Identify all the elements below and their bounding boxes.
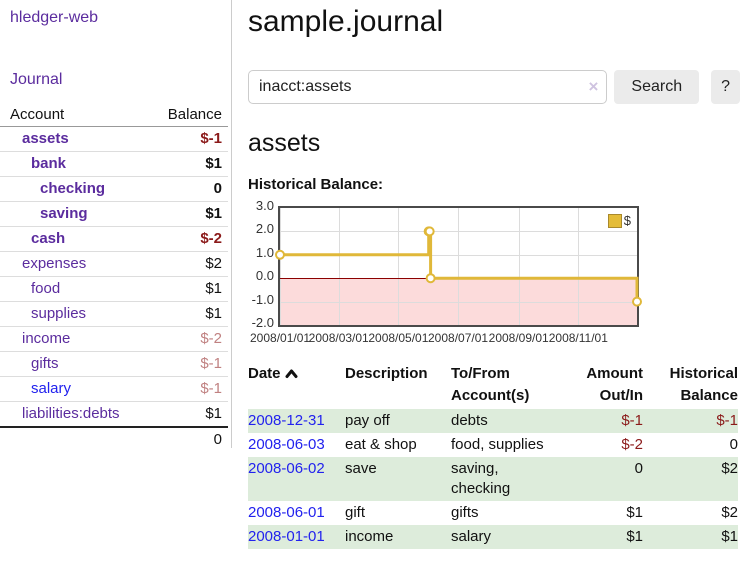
account-link-assets[interactable]: assets — [22, 130, 69, 147]
historical-balance-chart: $ 2008/01/012008/03/012008/05/012008/07/… — [248, 204, 668, 349]
account-row: expenses $2 — [0, 252, 228, 277]
account-balance: $-1 — [152, 352, 228, 377]
account-balance: $1 — [152, 277, 228, 302]
account-link-liabilities-debts[interactable]: liabilities:debts — [22, 405, 120, 422]
account-link-saving[interactable]: saving — [40, 205, 88, 222]
register-table: Date Description To/From Account(s) Amou… — [248, 361, 738, 549]
balance-cell: $1 — [643, 525, 738, 549]
account-balance: $-1 — [152, 127, 228, 152]
balance-cell: 0 — [643, 433, 738, 457]
date-link[interactable]: 2008-06-02 — [248, 460, 325, 477]
description-cell: eat & shop — [345, 433, 451, 457]
balance-cell: $2 — [643, 457, 738, 501]
register-header-row: Date Description To/From Account(s) Amou… — [248, 361, 738, 409]
search-input[interactable] — [248, 70, 607, 104]
accounts-total-row: 0 — [0, 427, 228, 452]
amount-cell: $-1 — [581, 409, 643, 433]
account-link-checking[interactable]: checking — [40, 180, 105, 197]
register-col-description: Description — [345, 361, 451, 409]
amount-cell: 0 — [581, 457, 643, 501]
description-cell: pay off — [345, 409, 451, 433]
account-row: bank $1 — [0, 152, 228, 177]
search-button[interactable]: Search — [614, 70, 699, 104]
account-link-expenses[interactable]: expenses — [22, 255, 86, 272]
search-bar: × Search ? — [248, 70, 740, 104]
sort-ascending-icon — [285, 368, 298, 379]
accounts-col-account: Account — [0, 103, 152, 127]
account-row: salary $-1 — [0, 377, 228, 402]
account-row: liabilities:debts $1 — [0, 402, 228, 428]
account-balance: 0 — [152, 177, 228, 202]
account-row: income $-2 — [0, 327, 228, 352]
account-link-income[interactable]: income — [22, 330, 70, 347]
account-link-food[interactable]: food — [31, 280, 60, 297]
help-button[interactable]: ? — [711, 70, 740, 104]
account-balance: $1 — [152, 402, 228, 428]
account-link-salary[interactable]: salary — [31, 380, 71, 397]
register-row: 2008-06-02 save saving, checking 0 $2 — [248, 457, 738, 501]
date-link[interactable]: 2008-01-01 — [248, 528, 325, 545]
account-row: food $1 — [0, 277, 228, 302]
account-balance: $1 — [152, 152, 228, 177]
page-title: sample.journal — [248, 4, 740, 40]
accounts-cell: salary — [451, 525, 581, 549]
account-link-supplies[interactable]: supplies — [31, 305, 86, 322]
account-row: checking 0 — [0, 177, 228, 202]
amount-cell: $-2 — [581, 433, 643, 457]
register-col-amount: Amount Out/In — [581, 361, 643, 409]
accounts-cell: gifts — [451, 501, 581, 525]
amount-cell: $1 — [581, 525, 643, 549]
account-row: saving $1 — [0, 202, 228, 227]
legend-swatch-icon — [608, 214, 622, 228]
account-link-gifts[interactable]: gifts — [31, 355, 59, 372]
brand-link[interactable]: hledger-web — [10, 9, 231, 27]
accounts-header-row: Account Balance — [0, 103, 228, 127]
account-heading: assets — [248, 128, 740, 158]
description-cell: gift — [345, 501, 451, 525]
accounts-cell: debts — [451, 409, 581, 433]
register-row: 2008-01-01 income salary $1 $1 — [248, 525, 738, 549]
description-cell: income — [345, 525, 451, 549]
register-col-date[interactable]: Date — [248, 361, 345, 409]
account-balance: $1 — [152, 302, 228, 327]
date-link[interactable]: 2008-06-01 — [248, 504, 325, 521]
accounts-cell: food, supplies — [451, 433, 581, 457]
account-row: supplies $1 — [0, 302, 228, 327]
account-balance: $-1 — [152, 377, 228, 402]
clear-search-icon[interactable]: × — [588, 77, 598, 97]
account-balance: $2 — [152, 252, 228, 277]
date-link[interactable]: 2008-06-03 — [248, 436, 325, 453]
chart-plot-area: $ — [278, 206, 639, 327]
register-col-balance: Historical Balance — [643, 361, 738, 409]
register-col-accounts: To/From Account(s) — [451, 361, 581, 409]
main-content: sample.journal × Search ? assets Histori… — [248, 0, 740, 549]
chart-legend: $ — [608, 213, 631, 228]
account-balance: $-2 — [152, 327, 228, 352]
accounts-table: Account Balance assets $-1 bank $1 check… — [0, 103, 228, 452]
accounts-total-value: 0 — [152, 427, 228, 452]
sidebar: hledger-web Journal Account Balance asse… — [0, 0, 232, 448]
date-link[interactable]: 2008-12-31 — [248, 412, 325, 429]
description-cell: save — [345, 457, 451, 501]
account-link-cash[interactable]: cash — [31, 230, 65, 247]
amount-cell: $1 — [581, 501, 643, 525]
account-row: assets $-1 — [0, 127, 228, 152]
accounts-col-balance: Balance — [152, 103, 228, 127]
account-balance: $-2 — [152, 227, 228, 252]
register-row: 2008-06-01 gift gifts $1 $2 — [248, 501, 738, 525]
accounts-cell: saving, checking — [451, 457, 581, 501]
account-link-bank[interactable]: bank — [31, 155, 66, 172]
balance-cell: $2 — [643, 501, 738, 525]
chart-title: Historical Balance: — [248, 176, 740, 194]
register-row: 2008-06-03 eat & shop food, supplies $-2… — [248, 433, 738, 457]
account-row: gifts $-1 — [0, 352, 228, 377]
balance-cell: $-1 — [643, 409, 738, 433]
account-row: cash $-2 — [0, 227, 228, 252]
register-row: 2008-12-31 pay off debts $-1 $-1 — [248, 409, 738, 433]
sidebar-item-journal[interactable]: Journal — [10, 71, 231, 89]
account-balance: $1 — [152, 202, 228, 227]
